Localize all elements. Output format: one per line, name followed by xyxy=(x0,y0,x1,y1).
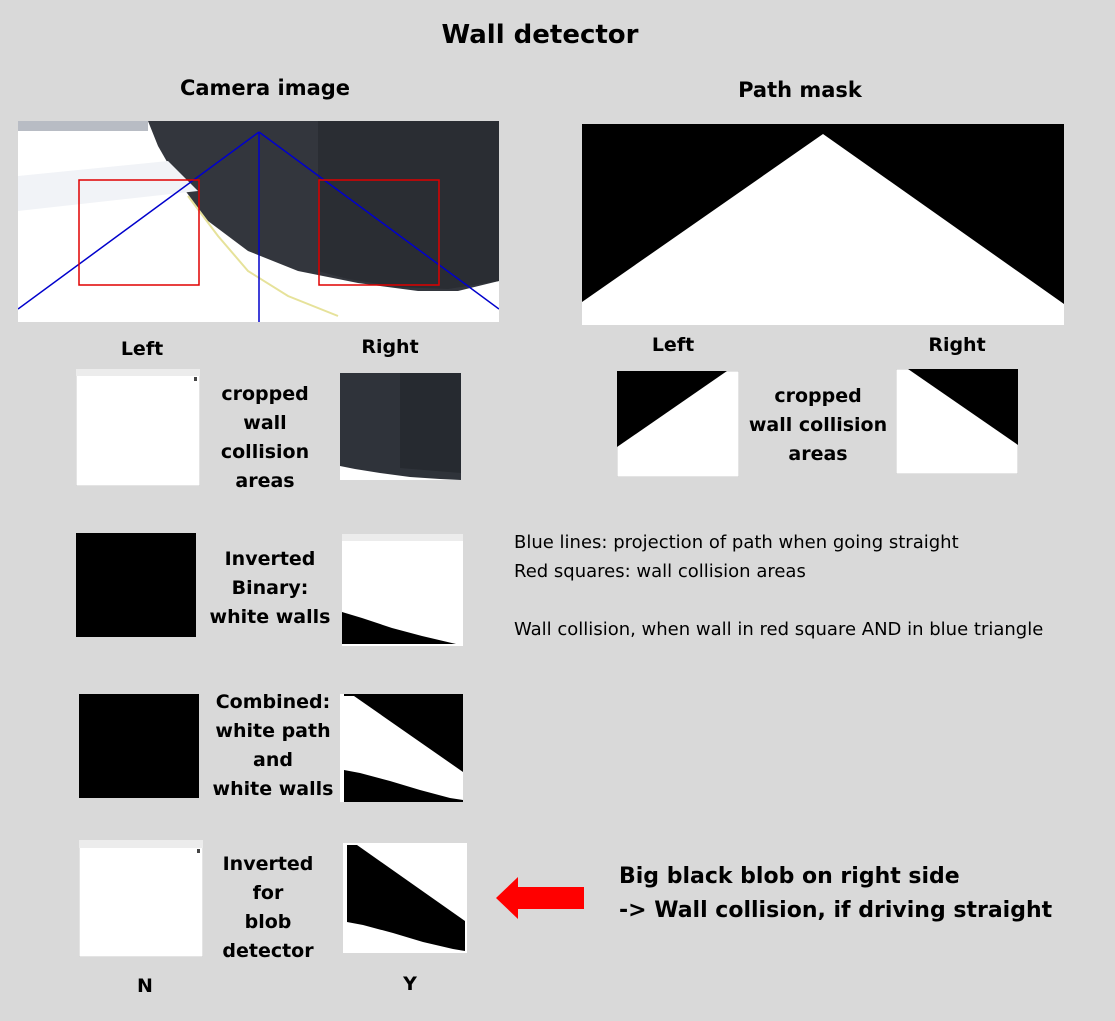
binary-right xyxy=(342,534,463,646)
mask-left-label: Left xyxy=(651,334,695,356)
crop-left-mask xyxy=(617,371,739,477)
crop-right-mask xyxy=(896,369,1018,474)
blob-right xyxy=(343,843,467,953)
combined-right xyxy=(340,694,463,802)
legend-collision-rule: Wall collision, when wall in red square … xyxy=(514,619,1044,640)
legend-blue-lines: Blue lines: projection of path when goin… xyxy=(514,532,959,553)
camera-right-label: Right xyxy=(361,336,419,358)
binary-left xyxy=(76,533,196,637)
path-mask-image xyxy=(582,124,1064,325)
left-result-label: N xyxy=(137,975,153,997)
crop-left-camera xyxy=(76,369,200,486)
page-title: Wall detector xyxy=(441,20,639,50)
mask-heading: Path mask xyxy=(738,78,862,102)
crop-right-camera xyxy=(340,373,461,480)
legend-red-squares: Red squares: wall collision areas xyxy=(514,561,806,582)
combined-left xyxy=(79,694,199,798)
right-result-label: Y xyxy=(403,973,417,995)
camera-heading: Camera image xyxy=(179,76,351,100)
result-line-1: Big black blob on right side xyxy=(619,864,960,889)
row-combined-label: Combined: white path and white walls xyxy=(212,691,334,800)
row-inverted-binary-label: Inverted Binary: white walls xyxy=(209,548,331,628)
red-arrow-icon xyxy=(496,877,584,919)
camera-image xyxy=(18,121,499,322)
blob-left xyxy=(79,840,203,957)
mask-right-label: Right xyxy=(928,334,986,356)
camera-left-label: Left xyxy=(120,338,164,360)
row-cropped-camera-label: cropped wall collision areas xyxy=(220,383,310,492)
result-line-2: -> Wall collision, if driving straight xyxy=(619,898,1053,923)
row-inverted-blob-label: Inverted for blob detector xyxy=(222,853,314,962)
row-cropped-mask-label: cropped wall collision areas xyxy=(748,385,888,465)
